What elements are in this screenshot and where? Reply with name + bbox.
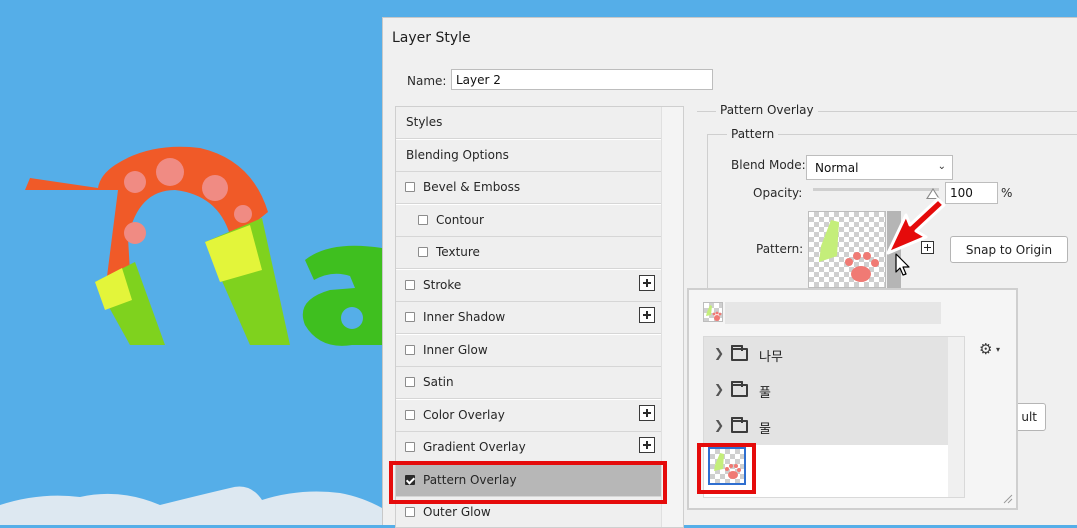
style-checkbox[interactable] xyxy=(405,344,415,355)
add-effect-plus-icon[interactable] xyxy=(639,404,655,421)
style-checkbox[interactable] xyxy=(405,507,415,517)
style-checkbox[interactable] xyxy=(405,312,415,322)
style-item-label: Satin xyxy=(423,375,454,389)
chevron-down-icon: ⌄ xyxy=(937,161,946,172)
style-item[interactable]: Styles xyxy=(396,107,661,139)
style-checkbox[interactable] xyxy=(405,279,415,290)
preset-search-field[interactable] xyxy=(725,302,941,324)
preset-highlight xyxy=(697,443,756,494)
gear-menu-caret-icon[interactable]: ▾ xyxy=(996,345,1000,354)
style-item-label: Stroke xyxy=(423,277,462,292)
folder-name: 풀 xyxy=(759,386,771,401)
style-item[interactable]: Color Overlay xyxy=(396,399,661,432)
folder-icon xyxy=(731,345,748,361)
style-checkbox[interactable] xyxy=(418,214,428,225)
style-item-label: Texture xyxy=(436,245,480,259)
style-item[interactable]: Inner Shadow xyxy=(396,302,661,334)
style-checkbox[interactable] xyxy=(405,182,415,192)
pattern-overlay-highlight xyxy=(389,461,667,504)
folder-name: 나무 xyxy=(759,350,783,365)
style-item[interactable]: Texture xyxy=(396,237,661,269)
folder-name: 물 xyxy=(759,422,771,437)
style-item[interactable]: Inner Glow xyxy=(396,334,661,367)
preset-list-scrollbar[interactable] xyxy=(948,337,964,497)
blend-mode-label: Blend Mode: xyxy=(731,158,806,172)
pattern-preview-art xyxy=(819,220,879,282)
opacity-input[interactable] xyxy=(945,182,998,204)
section-title: Pattern Overlay xyxy=(716,103,818,117)
style-checkbox[interactable] xyxy=(405,377,415,387)
opacity-label: Opacity: xyxy=(753,186,803,200)
opacity-slider[interactable] xyxy=(813,188,939,191)
style-item-label: Styles xyxy=(406,115,443,129)
resize-grip-icon[interactable] xyxy=(1001,492,1013,504)
style-checkbox[interactable] xyxy=(405,409,415,420)
snap-to-origin-button[interactable]: Snap to Origin xyxy=(950,236,1068,263)
pattern-group-title: Pattern xyxy=(727,127,779,141)
pattern-swatch[interactable] xyxy=(808,211,886,288)
gear-icon[interactable]: ⚙ xyxy=(979,340,992,358)
folder-icon xyxy=(731,417,748,433)
style-item-label: Contour xyxy=(436,212,484,227)
opacity-unit: % xyxy=(1001,186,1013,200)
style-item[interactable]: Satin xyxy=(396,367,661,399)
style-item-label: Gradient Overlay xyxy=(423,440,526,454)
style-item[interactable]: Blending Options xyxy=(396,139,661,172)
style-item[interactable]: Contour xyxy=(396,204,661,237)
default-button-label: ult xyxy=(1021,410,1037,424)
add-effect-plus-icon[interactable] xyxy=(639,274,655,291)
style-item-label: Bevel & Emboss xyxy=(423,180,521,194)
selected-pattern-thumb xyxy=(703,302,723,322)
style-item-label: Inner Glow xyxy=(423,342,488,357)
preset-folder[interactable]: ❯ 나무 xyxy=(704,337,948,373)
mini-pattern-art xyxy=(706,305,722,321)
name-label: Name: xyxy=(407,74,447,88)
style-item[interactable]: Bevel & Emboss xyxy=(396,172,661,204)
chevron-right-icon[interactable]: ❯ xyxy=(714,418,724,432)
red-arrow-annotation xyxy=(886,197,946,255)
chevron-right-icon[interactable]: ❯ xyxy=(714,382,724,396)
blend-mode-value: Normal xyxy=(815,161,859,175)
style-item[interactable]: Gradient Overlay xyxy=(396,432,661,464)
add-effect-plus-icon[interactable] xyxy=(639,437,655,453)
blend-mode-select[interactable]: Normal ⌄ xyxy=(806,155,953,180)
style-item[interactable]: Stroke xyxy=(396,269,661,302)
mouse-pointer-icon xyxy=(895,253,910,276)
layer-name-input[interactable] xyxy=(451,69,713,90)
preset-folder[interactable]: ❯ 풀 xyxy=(704,373,948,409)
style-item-label: Color Overlay xyxy=(423,407,505,422)
style-item-label: Inner Shadow xyxy=(423,310,506,324)
dialog-title: Layer Style xyxy=(392,30,471,46)
pattern-label: Pattern: xyxy=(756,242,804,256)
chevron-right-icon[interactable]: ❯ xyxy=(714,346,724,360)
style-item-label: Blending Options xyxy=(406,147,509,162)
add-effect-plus-icon[interactable] xyxy=(639,307,655,323)
preset-folder[interactable]: ❯ 물 xyxy=(704,409,948,445)
style-checkbox[interactable] xyxy=(405,442,415,452)
style-checkbox[interactable] xyxy=(418,247,428,257)
style-item-label: Outer Glow xyxy=(423,505,491,519)
folder-icon xyxy=(731,381,748,397)
